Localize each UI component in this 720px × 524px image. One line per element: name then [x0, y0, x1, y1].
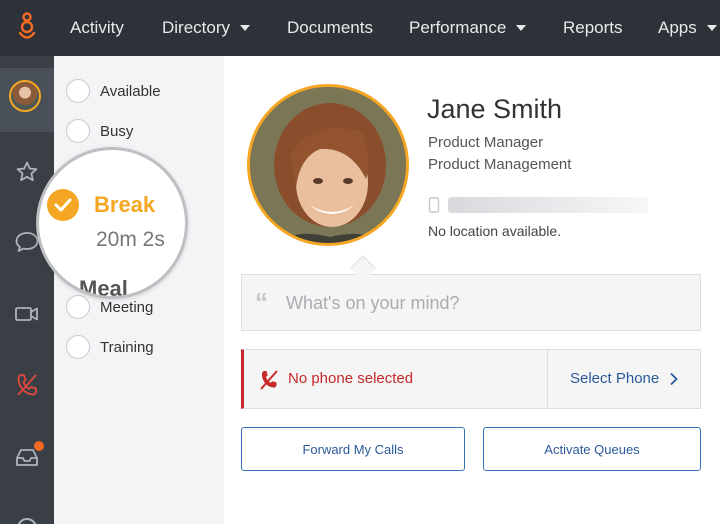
select-phone-button[interactable]: Select Phone: [570, 370, 681, 387]
forward-my-calls-button[interactable]: Forward My Calls: [241, 427, 465, 471]
profile-name: Jane Smith: [427, 94, 563, 124]
top-nav-bar: Activity Directory Documents Performance…: [0, 0, 720, 56]
magnifier-lens: Break 20m 2s Meal: [36, 147, 188, 299]
avatar[interactable]: [9, 80, 41, 112]
radio-button[interactable]: [66, 79, 90, 103]
radio-button[interactable]: [66, 119, 90, 143]
status-option-available[interactable]: Available: [66, 78, 161, 104]
quote-icon: “: [255, 287, 268, 317]
redacted-phone-number: [448, 197, 648, 213]
nav-reports[interactable]: Reports: [563, 0, 623, 56]
chevron-down-icon: [706, 24, 717, 31]
profile-department: Product Management: [428, 156, 572, 173]
status-message-placeholder: What's on your mind?: [286, 293, 460, 313]
checkmark-icon: [54, 198, 72, 212]
left-rail: [0, 56, 54, 524]
divider: [547, 350, 548, 408]
profile-location: No location available.: [428, 223, 562, 239]
phone-button[interactable]: [0, 372, 54, 398]
nav-activity[interactable]: Activity: [70, 0, 124, 56]
profile-phone-row: [428, 197, 648, 213]
status-option-training[interactable]: Training: [66, 334, 154, 360]
profile-photo: [247, 84, 409, 246]
genesys-logo-icon: [18, 12, 36, 39]
notification-badge: [34, 441, 44, 451]
profile-title: Product Manager: [428, 134, 544, 151]
status-duration: 20m 2s: [96, 228, 165, 251]
nav-directory[interactable]: Directory: [162, 0, 251, 56]
app-logo[interactable]: [0, 0, 54, 56]
status-option-busy[interactable]: Busy: [66, 118, 133, 144]
status-message-input[interactable]: “ What's on your mind?: [241, 274, 701, 331]
phone-selection-bar: No phone selected Select Phone: [241, 349, 701, 409]
star-icon: [16, 161, 38, 182]
phone-device-icon: [428, 197, 440, 213]
nav-performance[interactable]: Performance: [409, 0, 527, 56]
selected-status-label: Break: [94, 192, 156, 217]
profile-portrait-image: [250, 87, 406, 243]
no-phone-selected-label: No phone selected: [288, 370, 414, 387]
inbox-button[interactable]: [0, 441, 54, 468]
video-button[interactable]: [0, 303, 54, 325]
chevron-down-icon: [516, 24, 527, 31]
phone-off-icon: [17, 374, 37, 396]
video-icon: [15, 307, 38, 321]
status-option-break[interactable]: [47, 189, 79, 221]
favorites-button[interactable]: [0, 160, 54, 184]
nav-apps[interactable]: Apps: [658, 0, 717, 56]
phone-off-icon: [260, 370, 278, 390]
nav-documents[interactable]: Documents: [287, 0, 373, 56]
activate-queues-button[interactable]: Activate Queues: [483, 427, 701, 471]
radio-button[interactable]: [66, 335, 90, 359]
chevron-right-icon: [670, 372, 679, 385]
chevron-down-icon: [240, 24, 251, 31]
radio-button[interactable]: [66, 295, 90, 319]
status-option-meal-partial: Meal: [79, 276, 128, 299]
help-icon[interactable]: [17, 518, 37, 524]
